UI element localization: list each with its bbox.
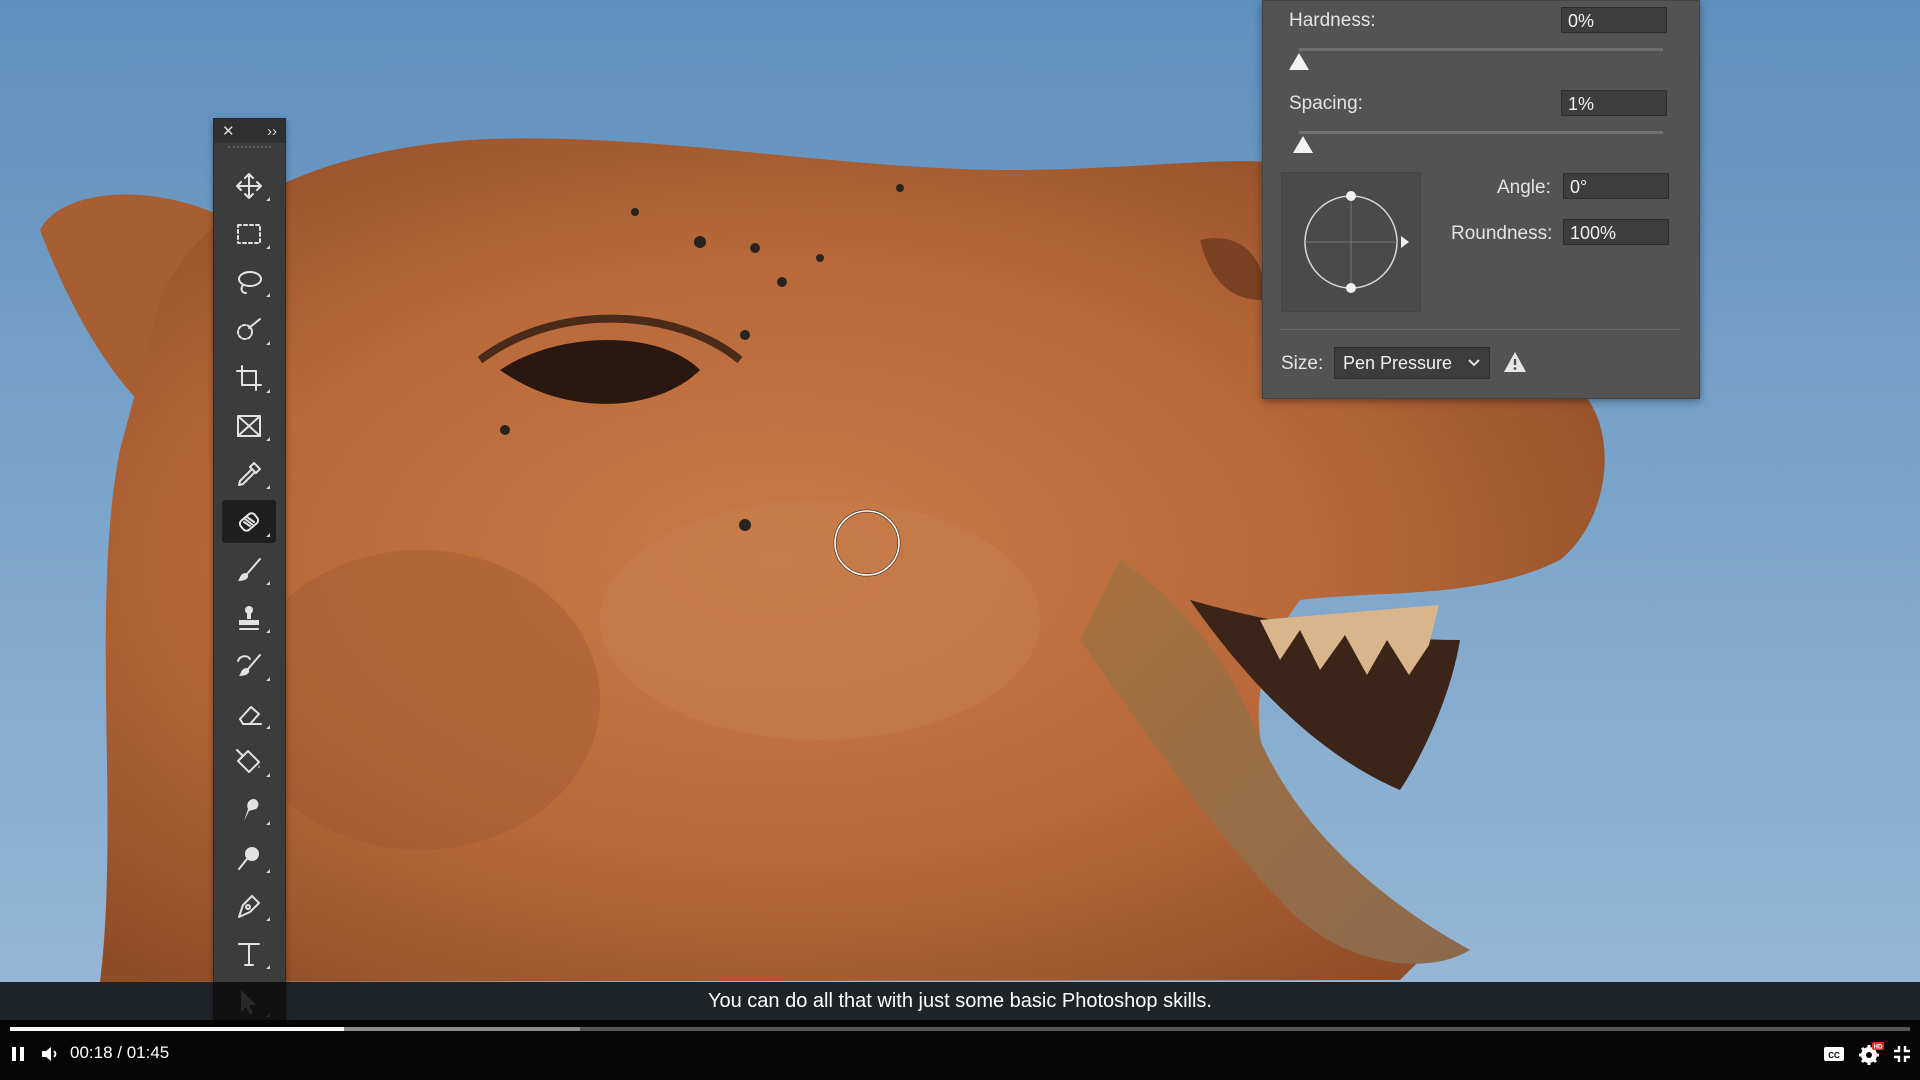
pause-icon[interactable] (10, 1046, 26, 1062)
brush-settings-panel: Hardness: 0% Spacing: 1% Angle: 0° Round… (1262, 0, 1700, 399)
hardness-slider-knob[interactable] (1289, 53, 1309, 70)
exit-fullscreen-icon[interactable] (1893, 1045, 1911, 1063)
lasso-tool-icon (238, 270, 262, 294)
spacing-slider-knob[interactable] (1292, 136, 1313, 153)
rectangular-marquee-tool-icon (237, 223, 261, 244)
size-control-select[interactable]: Pen Pressure (1334, 347, 1490, 379)
smudge-tool-icon (244, 798, 259, 821)
spacing-field[interactable]: 1% (1561, 90, 1667, 116)
angle-field[interactable]: 0° (1563, 173, 1669, 199)
dodge-tool-icon (238, 846, 259, 870)
size-control-value: Pen Pressure (1343, 352, 1453, 373)
roundness-field[interactable]: 100% (1563, 219, 1669, 245)
video-controls: 00:18 / 01:45 CC HD (0, 1020, 1920, 1080)
eraser-tool-button[interactable] (222, 692, 276, 735)
progress-bar[interactable] (10, 1027, 1910, 1031)
captions-icon[interactable]: CC (1823, 1045, 1845, 1063)
spacing-slider-track[interactable] (1299, 131, 1663, 134)
eyedropper-tool-icon (238, 461, 261, 486)
angle-label: Angle: (1497, 177, 1551, 198)
type-tool-button[interactable] (222, 932, 276, 975)
brush-tool-icon (238, 557, 261, 581)
quick-selection-tool-button[interactable] (222, 308, 276, 351)
volume-icon[interactable] (40, 1044, 60, 1064)
tools-panel: ✕ ›› (213, 118, 286, 1020)
paint-bucket-tool-button[interactable] (222, 740, 276, 783)
frame-tool-button[interactable] (222, 404, 276, 447)
eraser-tool-icon (239, 705, 262, 725)
move-tool-button[interactable] (222, 164, 276, 207)
quick-selection-tool-icon (237, 317, 261, 340)
expand-panel-button[interactable]: ›› (267, 123, 277, 140)
eyedropper-tool-button[interactable] (222, 452, 276, 495)
settings-icon[interactable]: HD (1858, 1042, 1884, 1066)
brush-tip-diagram (1304, 191, 1409, 293)
brush-cursor (833, 509, 901, 577)
size-label: Size: (1281, 353, 1324, 374)
panel-grip[interactable] (228, 146, 271, 158)
roundness-label: Roundness: (1451, 223, 1553, 244)
crop-tool-icon (236, 364, 262, 391)
panel-divider (1281, 329, 1681, 330)
pen-tool-button[interactable] (222, 884, 276, 927)
brush-tool-button[interactable] (222, 548, 276, 591)
spacing-label: Spacing: (1289, 93, 1363, 114)
history-brush-tool-icon (237, 653, 261, 676)
caption-text: You can do all that with just some basic… (708, 989, 1212, 1012)
close-panel-button[interactable]: ✕ (222, 122, 235, 140)
chevron-down-icon (1468, 359, 1480, 367)
smudge-tool-button[interactable] (222, 788, 276, 831)
clone-stamp-tool-icon (239, 605, 259, 630)
spot-healing-brush-tool-icon (238, 511, 260, 532)
tools-panel-header: ✕ ›› (214, 119, 285, 143)
angle-roundness-preview[interactable] (1281, 172, 1421, 312)
hardness-label: Hardness: (1289, 10, 1376, 31)
lasso-tool-button[interactable] (222, 260, 276, 303)
video-caption: You can do all that with just some basic… (0, 982, 1920, 1020)
move-tool-icon (236, 172, 262, 199)
history-brush-tool-button[interactable] (222, 644, 276, 687)
type-tool-icon (238, 942, 260, 966)
paint-bucket-tool-icon (236, 748, 260, 773)
progress-played (10, 1027, 345, 1031)
svg-text:HD: HD (1874, 1045, 1883, 1051)
frame-tool-icon (237, 414, 261, 437)
hardness-slider-track[interactable] (1299, 48, 1663, 51)
marquee-tool-button[interactable] (222, 212, 276, 255)
clone-stamp-tool-button[interactable] (222, 596, 276, 639)
time-display: 00:18 / 01:45 (70, 1043, 170, 1062)
warning-icon[interactable] (1503, 351, 1527, 373)
pen-tool-icon (238, 894, 260, 918)
spot-healing-brush-tool-button[interactable] (222, 500, 276, 543)
dodge-tool-button[interactable] (222, 836, 276, 879)
svg-text:CC: CC (1828, 1051, 1840, 1060)
video-stage[interactable]: ✕ ›› Hardness: 0% Spacing: 1% Angle: 0° … (0, 0, 1920, 1080)
hardness-field[interactable]: 0% (1561, 7, 1667, 33)
crop-tool-button[interactable] (222, 356, 276, 399)
